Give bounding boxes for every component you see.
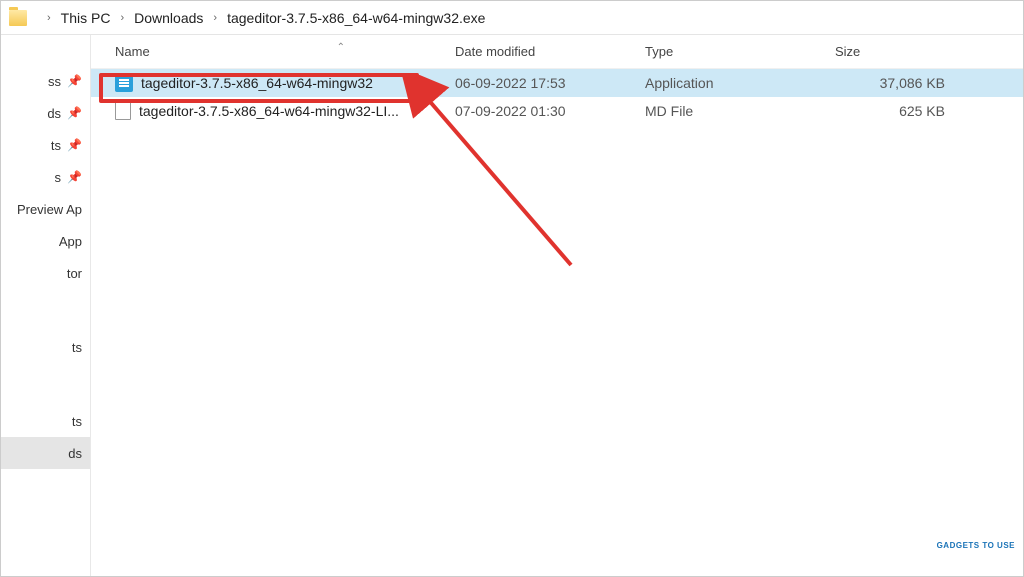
file-name-cell: tageditor-3.7.5-x86_64-w64-mingw32 [115, 74, 455, 92]
pin-icon: 📌 [67, 106, 82, 120]
column-header-size[interactable]: Size [835, 44, 985, 59]
folder-icon [9, 10, 27, 26]
chevron-right-icon: › [47, 12, 51, 24]
sidebar: ss📌 ds📌 ts📌 s📌 Preview Ap App tor ts ts … [1, 35, 91, 576]
sidebar-item[interactable]: App [1, 225, 90, 257]
file-size: 625 KB [835, 103, 985, 119]
column-headers: Name ⌃ Date modified Type Size [91, 35, 1023, 69]
file-type: MD File [645, 103, 835, 119]
chevron-right-icon: › [120, 12, 124, 24]
column-header-name[interactable]: Name ⌃ [115, 44, 455, 59]
file-modified: 07-09-2022 01:30 [455, 103, 645, 119]
breadcrumb-downloads[interactable]: Downloads [134, 10, 203, 26]
file-row[interactable]: tageditor-3.7.5-x86_64-w64-mingw32-LI...… [91, 97, 1023, 125]
file-row[interactable]: tageditor-3.7.5-x86_64-w64-mingw32 06-09… [91, 69, 1023, 97]
chevron-right-icon: › [213, 12, 217, 24]
sidebar-item[interactable]: ss📌 [1, 65, 90, 97]
file-type: Application [645, 75, 835, 91]
pin-icon: 📌 [67, 74, 82, 88]
watermark: GADGETS TO USE [937, 541, 1015, 550]
sidebar-item[interactable]: ds [1, 437, 90, 469]
file-modified: 06-09-2022 17:53 [455, 75, 645, 91]
sidebar-item[interactable]: ts📌 [1, 129, 90, 161]
application-icon [115, 74, 133, 92]
document-icon [115, 102, 131, 120]
pin-icon: 📌 [67, 170, 82, 184]
file-name-cell: tageditor-3.7.5-x86_64-w64-mingw32-LI... [115, 102, 455, 120]
sidebar-item[interactable]: ts [1, 331, 90, 363]
file-name: tageditor-3.7.5-x86_64-w64-mingw32-LI... [139, 103, 399, 119]
file-list-pane: Name ⌃ Date modified Type Size tageditor… [91, 35, 1023, 576]
sort-indicator-icon: ⌃ [337, 42, 345, 53]
file-name: tageditor-3.7.5-x86_64-w64-mingw32 [141, 75, 373, 91]
file-size: 37,086 KB [835, 75, 985, 91]
sidebar-item[interactable]: tor [1, 257, 90, 289]
breadcrumb[interactable]: › This PC › Downloads › tageditor-3.7.5-… [1, 1, 1023, 35]
sidebar-item[interactable]: s📌 [1, 161, 90, 193]
sidebar-item[interactable]: ts [1, 405, 90, 437]
column-header-type[interactable]: Type [645, 44, 835, 59]
column-header-modified[interactable]: Date modified [455, 44, 645, 59]
pin-icon: 📌 [67, 138, 82, 152]
breadcrumb-this-pc[interactable]: This PC [61, 10, 111, 26]
sidebar-item[interactable]: ds📌 [1, 97, 90, 129]
breadcrumb-current[interactable]: tageditor-3.7.5-x86_64-w64-mingw32.exe [227, 10, 485, 26]
sidebar-item[interactable]: Preview Ap [1, 193, 90, 225]
